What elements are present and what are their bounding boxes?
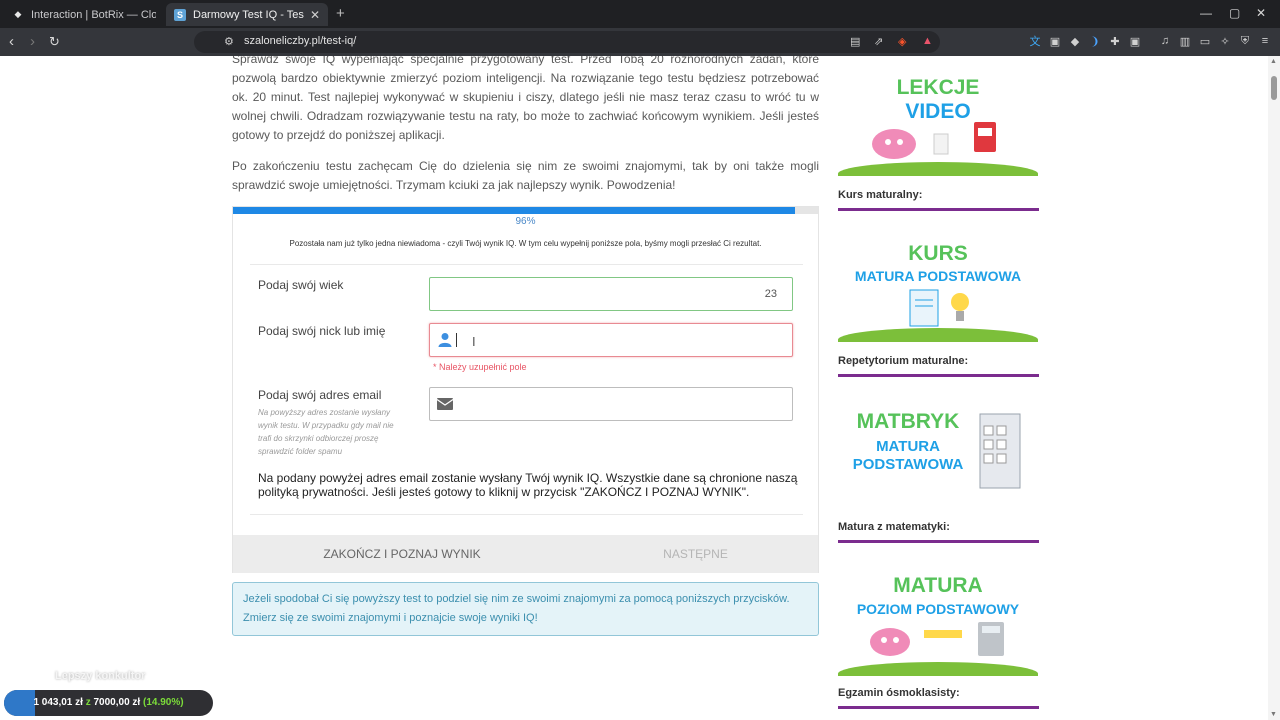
hill-decoration — [838, 328, 1038, 342]
address-bar: ‹ › ↻ 🔖︎ ⚙ szaloneliczby.pl/test-iq/ ▤ ⇗… — [0, 28, 1280, 56]
page-scrollbar[interactable]: ▲ ▼ — [1268, 56, 1280, 720]
donation-goal-text: 1 043,01 zł z 7000,00 zł (14.90%) — [4, 690, 213, 716]
banner-title: MATBRYK — [856, 410, 960, 433]
sidebar-divider — [838, 208, 1039, 211]
divider — [250, 514, 803, 515]
donation-current: 1 043,01 zł — [33, 697, 83, 708]
media-icon[interactable]: ♫ — [1158, 34, 1172, 48]
botrix-favicon-icon: ◆ — [14, 9, 22, 19]
matura-basic-level-banner[interactable]: MATURA POZIOM PODSTAWOWY — [838, 556, 1038, 676]
reload-icon[interactable]: ↻ — [49, 34, 60, 50]
certificate-illustration — [909, 289, 969, 327]
nick-label: Podaj swój nick lub imię — [258, 324, 386, 338]
site-settings-icon[interactable]: ⚙ — [224, 35, 234, 48]
tab-test-iq[interactable]: S Darmowy Test IQ - Testy ✕ — [166, 3, 328, 26]
progress-fill — [233, 207, 795, 214]
age-value: 23 — [764, 288, 777, 300]
encourage-paragraph: Po zakończeniu testu zachęcam Cię do dzi… — [232, 159, 819, 192]
mouse-ibeam-cursor-icon: I — [472, 334, 476, 349]
email-input[interactable] — [429, 387, 793, 421]
screenshot-icon[interactable]: ▣ — [1128, 34, 1142, 48]
wallet-icon[interactable]: ▭ — [1198, 34, 1212, 48]
banner-title: MATURA — [893, 574, 983, 597]
basic-matura-course-banner[interactable]: KURS MATURA PODSTAWOWA — [838, 222, 1038, 342]
tab-title: Interaction | BotRix — Cloud Stream — [31, 8, 156, 21]
finish-and-show-result-button[interactable]: ZAKOŃCZ I POZNAJ WYNIK — [283, 535, 521, 573]
menu-icon[interactable]: ≡ — [1258, 34, 1272, 48]
scrollbar-thumb[interactable] — [1271, 76, 1277, 100]
forward-icon[interactable]: › — [30, 33, 35, 50]
divider — [250, 264, 803, 265]
scroll-up-icon[interactable]: ▲ — [1270, 58, 1277, 65]
leo-ai-icon[interactable]: ✧ — [1218, 34, 1232, 48]
sidebar-heading: Repetytorium maturalne: — [838, 355, 969, 367]
age-input[interactable]: 23 — [429, 277, 793, 311]
book-cover-illustration — [979, 413, 1021, 489]
video-lessons-banner[interactable]: LEKCJE VIDEO — [838, 56, 1038, 176]
banner-subtitle: MATURA PODSTAWOWA — [854, 268, 1022, 284]
banner-subtitle: VIDEO — [905, 100, 971, 123]
extension-icon[interactable]: ▣ — [1048, 34, 1062, 48]
text-caret — [456, 333, 457, 347]
szaloneliczby-favicon-icon: S — [174, 8, 186, 21]
progress-percent: 96% — [515, 216, 536, 227]
email-label: Podaj swój adres email — [258, 388, 382, 402]
close-window-icon[interactable]: ✕ — [1256, 6, 1266, 20]
sidebar-divider — [838, 374, 1039, 377]
sidebar-heading: Matura z matematyki: — [838, 521, 950, 533]
url-field[interactable]: ⚙ szaloneliczby.pl/test-iq/ ▤ ⇗ ◈ ▲ — [194, 31, 940, 53]
sidebar-heading: Kurs maturalny: — [838, 189, 923, 201]
share-info-box: Jeżeli spodobał Ci się powyższy test to … — [232, 582, 819, 636]
brave-rewards-icon[interactable]: ▲ — [922, 35, 933, 47]
maximize-icon[interactable]: ▢ — [1229, 6, 1240, 20]
donation-percent: (14.90%) — [142, 697, 184, 708]
donation-goal: 7000,00 zł — [93, 697, 141, 708]
sidebar-icon[interactable]: ▥ — [1178, 34, 1192, 48]
reader-mode-icon[interactable]: ▤ — [850, 35, 860, 48]
age-label: Podaj swój wiek — [258, 278, 344, 292]
iq-test-form: 96% Pozostała nam już tylko jedna niewia… — [232, 206, 819, 573]
close-tab-icon[interactable]: ✕ — [310, 8, 320, 22]
tab-botrix[interactable]: ◆ Interaction | BotRix — Cloud Stream — [4, 3, 164, 26]
brave-shield-icon[interactable]: ◈ — [898, 35, 906, 48]
translate-extension-icon[interactable]: 文 — [1028, 34, 1042, 48]
next-button[interactable]: NASTĘPNE — [573, 535, 818, 573]
tab-title: Darmowy Test IQ - Testy — [193, 8, 304, 21]
banner-subtitle: PODSTAWOWA — [852, 456, 964, 473]
donation-goal-bar: 1 043,01 zł z 7000,00 zł (14.90%) — [4, 690, 213, 716]
brain-mascot-calculator-illustration — [870, 622, 1004, 656]
form-button-bar: ZAKOŃCZ I POZNAJ WYNIK NASTĘPNE — [233, 535, 818, 573]
back-icon[interactable]: ‹ — [9, 33, 14, 50]
banner-subtitle: MATURA — [876, 438, 940, 455]
nick-input[interactable]: I — [429, 323, 793, 357]
extension-icon[interactable]: ❩ — [1088, 34, 1102, 48]
banner-title: LEKCJE — [896, 76, 980, 99]
extensions-puzzle-icon[interactable]: ✚ — [1108, 34, 1122, 48]
sidebar-heading: Egzamin ósmoklasisty: — [838, 687, 960, 699]
minimize-icon[interactable]: — — [1200, 6, 1212, 20]
donation-goal-caption: Lepszy konkultor — [55, 670, 146, 682]
donation-separator: z — [85, 697, 91, 708]
vpn-icon[interactable]: ⛨ — [1238, 34, 1252, 48]
envelope-icon — [437, 398, 453, 410]
tab-strip: ◆ Interaction | BotRix — Cloud Stream S … — [0, 0, 1280, 28]
banner-subtitle: POZIOM PODSTAWOWY — [856, 601, 1020, 617]
remaining-message: Pozostała nam już tylko jedna niewiadoma… — [289, 239, 762, 248]
scroll-down-icon[interactable]: ▼ — [1270, 711, 1277, 718]
page-viewport: Sprawdź swoje IQ wypełniając specjalnie … — [0, 56, 1280, 720]
matbryk-banner[interactable]: MATBRYK MATURA PODSTAWOWA — [838, 392, 1038, 512]
user-icon — [438, 333, 452, 347]
new-tab-icon[interactable]: + — [336, 5, 345, 22]
sidebar-divider — [838, 706, 1039, 709]
url-text: szaloneliczby.pl/test-iq/ — [244, 35, 357, 47]
progress-bar — [233, 207, 818, 214]
banner-title: KURS — [908, 242, 968, 265]
nick-error-message: * Należy uzupełnić pole — [433, 362, 527, 372]
share-icon[interactable]: ⇗ — [874, 35, 883, 48]
intro-paragraph: Sprawdź swoje IQ wypełniając specjalnie … — [232, 56, 819, 142]
email-hint: Na powyższy adres zostanie wysłany wynik… — [258, 408, 394, 456]
privacy-notice: Na podany powyżej adres email zostanie w… — [258, 471, 798, 499]
extension-icon[interactable]: ◆ — [1068, 34, 1082, 48]
sidebar-divider — [838, 540, 1039, 543]
